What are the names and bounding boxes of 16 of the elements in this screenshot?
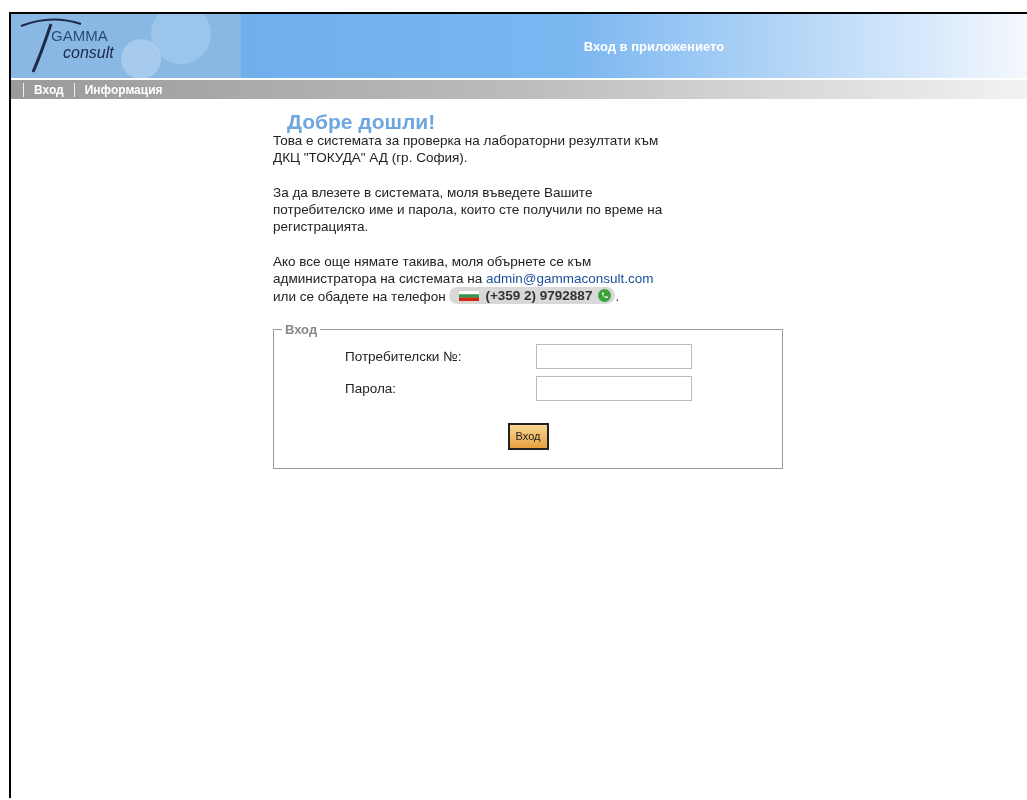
input-field[interactable] — [536, 343, 692, 369]
login-button[interactable]: Вход — [507, 422, 549, 450]
login-legend: Вход — [282, 320, 321, 338]
phone-badge: (+359 2) 9792887 — [449, 287, 616, 304]
input-field[interactable] — [536, 375, 692, 401]
intro-paragraph: Това е системата за проверка на лабораторни резултати към ДКЦ "ТОКУДА" АД (гр. София). — [273, 133, 660, 166]
logo-text: consult — [63, 44, 114, 62]
page-title: Вход в приложението — [582, 38, 726, 54]
field-label: Потребителски №: — [344, 347, 463, 365]
intro-paragraph: За да влезете в системата, моля въведете Вашите потребителско име и парола, които сте получили по време на регистрацията. — [273, 184, 663, 235]
phone-icon — [598, 289, 612, 302]
logo-text: GAMMA — [51, 28, 108, 43]
email-link[interactable]: admin@gammaconsult.com — [486, 271, 654, 286]
flag-icon — [459, 290, 480, 301]
field-label: Парола: — [344, 379, 398, 397]
contact-paragraph: Ако все още нямате такива, моля обърнете се към администратора на системата на admin@gammaconsult.com или се обадете на телефон (+359 2) 9792887 . — [273, 253, 655, 305]
